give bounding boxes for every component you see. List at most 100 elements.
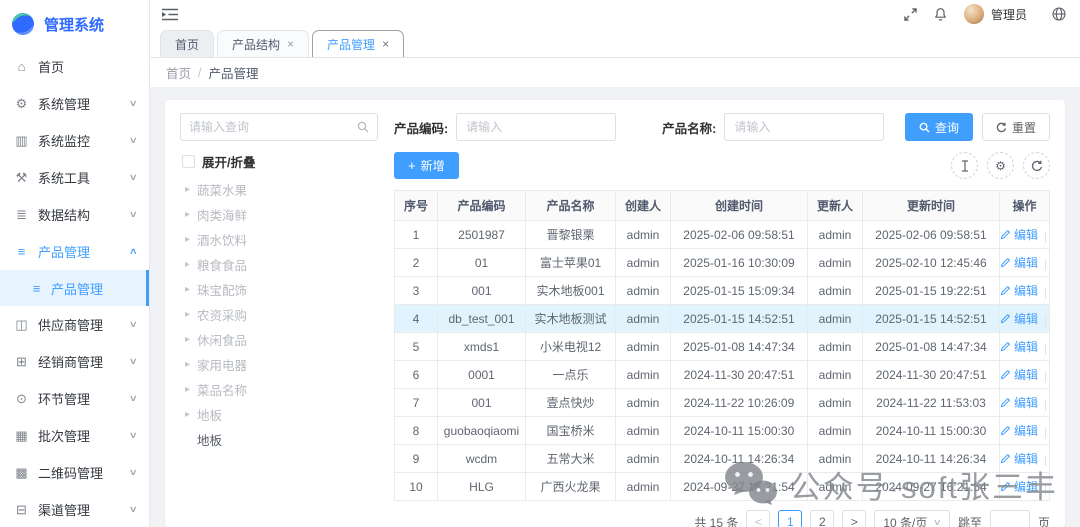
caret-right-icon[interactable]: ▸ bbox=[185, 309, 190, 320]
caret-right-icon[interactable]: ▸ bbox=[185, 184, 190, 195]
sidebar-item-qrcode-management[interactable]: ▩二维码管理∨ bbox=[0, 454, 149, 491]
cell-operations: 编辑|删除 bbox=[1000, 305, 1050, 333]
table-row[interactable]: 8guobaoqiaomi国宝桥米admin2024-10-11 15:00:3… bbox=[395, 417, 1050, 445]
table-row[interactable]: 60001一点乐admin2024-11-30 20:47:51admin202… bbox=[395, 361, 1050, 389]
table-row[interactable]: 201富士苹果01admin2025-01-16 10:30:09admin20… bbox=[395, 249, 1050, 277]
tab-home[interactable]: 首页 bbox=[160, 30, 214, 57]
table-row[interactable]: 10HLG广西火龙果admin2024-09-27 16:21:54admin2… bbox=[395, 473, 1050, 501]
edit-button[interactable]: 编辑 bbox=[1000, 450, 1038, 467]
table-row[interactable]: 9wcdm五常大米admin2024-10-11 14:26:34admin20… bbox=[395, 445, 1050, 473]
search-button[interactable]: 查询 bbox=[905, 113, 973, 141]
column-header: 操作 bbox=[1000, 191, 1050, 221]
refresh-icon[interactable] bbox=[1023, 152, 1050, 179]
sidebar-item-label: 首页 bbox=[38, 57, 64, 76]
sidebar-item-system-monitor[interactable]: ▥系统监控∨ bbox=[0, 122, 149, 159]
edit-button[interactable]: 编辑 bbox=[1000, 282, 1038, 299]
column-header: 创建时间 bbox=[671, 191, 808, 221]
sidebar-collapse-icon[interactable] bbox=[162, 8, 178, 21]
caret-right-icon[interactable]: ▸ bbox=[185, 209, 190, 220]
sidebar-item-home[interactable]: ⌂首页 bbox=[0, 48, 149, 85]
sidebar-subitem-product-management-sub[interactable]: ≡产品管理 bbox=[0, 270, 149, 306]
cell-index: 3 bbox=[395, 277, 438, 305]
caret-right-icon[interactable]: ▸ bbox=[185, 359, 190, 370]
caret-right-icon[interactable]: ▸ bbox=[185, 409, 190, 420]
table-row[interactable]: 7001壹点快炒admin2024-11-22 10:26:09admin202… bbox=[395, 389, 1050, 417]
edit-button[interactable]: 编辑 bbox=[1000, 422, 1038, 439]
column-width-icon[interactable] bbox=[951, 152, 978, 179]
table-row[interactable]: 12501987晋黎银栗admin2025-02-06 09:58:51admi… bbox=[395, 221, 1050, 249]
sidebar-item-data-structure[interactable]: ≣数据结构∨ bbox=[0, 196, 149, 233]
tab-product-structure[interactable]: 产品结构× bbox=[217, 30, 309, 57]
reset-button[interactable]: 重置 bbox=[982, 113, 1050, 141]
tree-node[interactable]: ▸农资采购 bbox=[180, 302, 378, 327]
sidebar-item-label: 渠道管理 bbox=[38, 500, 90, 519]
table-panel: 产品编码: 产品名称: 查询 重置 bbox=[394, 113, 1050, 514]
sidebar-item-system-tools[interactable]: ⚒系统工具∨ bbox=[0, 159, 149, 196]
tree-node[interactable]: ▸肉类海鲜 bbox=[180, 202, 378, 227]
settings-gear-icon[interactable]: ⚙ bbox=[987, 152, 1014, 179]
product-code-input[interactable] bbox=[456, 113, 616, 141]
tab-close-icon[interactable]: × bbox=[287, 38, 294, 50]
edit-button[interactable]: 编辑 bbox=[1000, 366, 1038, 383]
tree-node[interactable]: ▸蔬菜水果 bbox=[180, 177, 378, 202]
caret-right-icon[interactable]: ▸ bbox=[185, 234, 190, 245]
tree-node[interactable]: ▸粮食食品 bbox=[180, 252, 378, 277]
tree-node[interactable]: ▸ 珠宝配饰 bbox=[180, 277, 378, 302]
tree-node[interactable]: ▸菜品名称 bbox=[180, 377, 378, 402]
caret-right-icon[interactable]: ▸ bbox=[185, 259, 190, 270]
tree-node[interactable]: ▸地板 bbox=[180, 402, 378, 427]
sidebar-item-supplier-management[interactable]: ◫供应商管理∨ bbox=[0, 306, 149, 343]
chevron-down-icon: ∨ bbox=[129, 430, 138, 441]
edit-button[interactable]: 编辑 bbox=[1000, 310, 1038, 327]
tree-node[interactable]: ▸休闲食品 bbox=[180, 327, 378, 352]
sidebar-item-link-management[interactable]: ⊙环节管理∨ bbox=[0, 380, 149, 417]
tab-product-management[interactable]: 产品管理× bbox=[312, 30, 404, 57]
channel-icon: ⊟ bbox=[14, 502, 29, 518]
tree-node[interactable]: ▸家用电器 bbox=[180, 352, 378, 377]
add-button[interactable]: + 新增 bbox=[394, 152, 459, 179]
cell-product-code: 2501987 bbox=[438, 221, 526, 249]
cell-create-time: 2024-10-11 15:00:30 bbox=[671, 417, 808, 445]
sidebar-item-product-management[interactable]: ≡产品管理∧ bbox=[0, 233, 149, 270]
fullscreen-icon[interactable] bbox=[904, 8, 917, 21]
table-row[interactable]: 5xmds1小米电视12admin2025-01-08 14:47:34admi… bbox=[395, 333, 1050, 361]
sidebar-item-batch-management[interactable]: ▦批次管理∨ bbox=[0, 417, 149, 454]
edit-button[interactable]: 编辑 bbox=[1000, 394, 1038, 411]
jump-page-input[interactable] bbox=[990, 510, 1030, 527]
edit-button[interactable]: 编辑 bbox=[1000, 254, 1038, 271]
cell-updater: admin bbox=[808, 473, 863, 501]
caret-right-icon[interactable]: ▸ bbox=[185, 334, 190, 345]
notification-bell-icon[interactable] bbox=[934, 7, 947, 21]
pagination-total: 共 15 条 bbox=[694, 514, 738, 527]
edit-button[interactable]: 编辑 bbox=[1000, 478, 1038, 495]
tree-node-label: 珠宝配饰 bbox=[197, 280, 247, 299]
caret-right-icon[interactable]: ▸ bbox=[185, 284, 190, 295]
sidebar-item-channel-management[interactable]: ⊟ 渠道管理 ∨ bbox=[0, 491, 149, 527]
tree-node[interactable]: ▸酒水饮料 bbox=[180, 227, 378, 252]
sidebar-item-system-management[interactable]: ⚙系统管理∨ bbox=[0, 85, 149, 122]
page-button-2[interactable]: 2 bbox=[810, 510, 834, 527]
prev-page-button[interactable]: < bbox=[746, 510, 770, 527]
tree-search-input[interactable] bbox=[189, 120, 351, 134]
tab-close-icon[interactable]: × bbox=[382, 38, 389, 50]
page-button-1[interactable]: 1 bbox=[778, 510, 802, 527]
pencil-icon bbox=[1000, 453, 1011, 464]
chevron-down-icon: ∨ bbox=[129, 504, 138, 515]
qrcode-icon: ▩ bbox=[14, 465, 29, 481]
product-name-input[interactable] bbox=[724, 113, 884, 141]
sidebar-item-dealer-management[interactable]: ⊞经销商管理∨ bbox=[0, 343, 149, 380]
page-size-select[interactable]: 10 条/页 ∨ bbox=[874, 510, 950, 527]
column-header: 更新时间 bbox=[863, 191, 1000, 221]
user-menu[interactable]: 管理员 bbox=[964, 4, 1027, 24]
table-row[interactable]: 3001实木地板001admin2025-01-15 15:09:34admin… bbox=[395, 277, 1050, 305]
expand-collapse-checkbox[interactable] bbox=[182, 155, 195, 168]
breadcrumb-home[interactable]: 首页 bbox=[166, 63, 191, 82]
next-page-button[interactable]: > bbox=[842, 510, 866, 527]
edit-button[interactable]: 编辑 bbox=[1000, 226, 1038, 243]
tree-leaf-node[interactable]: 地板 bbox=[180, 427, 378, 452]
language-globe-icon[interactable] bbox=[1052, 7, 1066, 21]
edit-button[interactable]: 编辑 bbox=[1000, 338, 1038, 355]
product-name-label: 产品名称: bbox=[662, 118, 716, 137]
caret-right-icon[interactable]: ▸ bbox=[185, 384, 190, 395]
table-row[interactable]: 4db_test_001实木地板测试admin2025-01-15 14:52:… bbox=[395, 305, 1050, 333]
